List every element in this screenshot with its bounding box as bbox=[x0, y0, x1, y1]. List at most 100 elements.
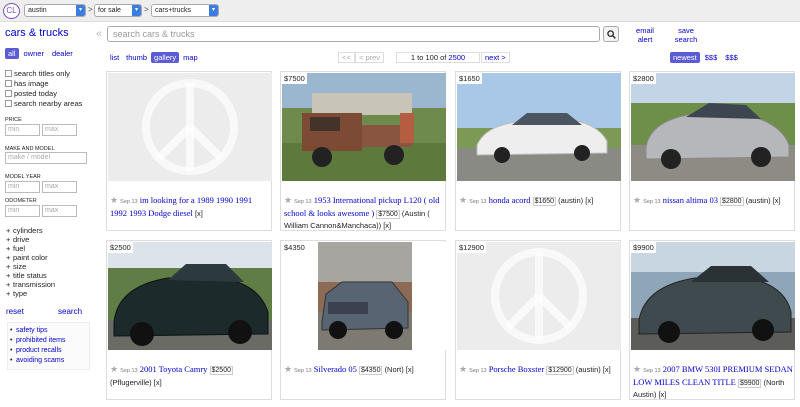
listing-card[interactable]: $1650 ★ Sep 13 honda acord $1650 (austin… bbox=[455, 71, 621, 231]
price-max-input[interactable]: max bbox=[42, 124, 77, 136]
listing-info: ★ Sep 13 2007 BMW 530I PREMIUM SEDAN LOW… bbox=[633, 364, 793, 400]
listing-photo[interactable] bbox=[108, 242, 272, 350]
next-page-button[interactable]: next > bbox=[481, 52, 510, 63]
checkbox-has-image[interactable]: has image bbox=[5, 79, 49, 88]
hide-listing-button[interactable]: [x] bbox=[406, 365, 414, 374]
listing-title[interactable]: Silverado 05 bbox=[314, 364, 357, 374]
listing-photo[interactable] bbox=[282, 73, 446, 181]
location-select-value: austin bbox=[28, 7, 47, 14]
search-submit-button[interactable] bbox=[603, 26, 619, 42]
filter-owner[interactable]: owner bbox=[21, 48, 47, 59]
tab-gallery[interactable]: gallery bbox=[151, 52, 180, 63]
listing-card[interactable]: $2500 ★ Sep 13 2001 Toyota Camry $2500 (… bbox=[106, 240, 272, 400]
expander-drive[interactable]: + drive bbox=[6, 235, 29, 244]
checkbox-posted-today[interactable]: posted today bbox=[5, 89, 57, 98]
expander-title-status[interactable]: + title status bbox=[6, 271, 47, 280]
save-search-link[interactable]: save search bbox=[673, 26, 699, 44]
expander-type[interactable]: + type bbox=[6, 289, 27, 298]
listing-card[interactable]: $4350 ★ Sep 13 Silverado 05 $4350 (Nort)… bbox=[280, 240, 446, 400]
year-max-input[interactable]: max bbox=[42, 181, 77, 193]
favorite-star-icon[interactable]: ★ bbox=[284, 195, 292, 205]
prev-page-button[interactable]: < prev bbox=[355, 52, 385, 63]
listing-photo[interactable] bbox=[631, 73, 795, 181]
odometer-min-input[interactable]: min bbox=[5, 205, 40, 217]
hide-listing-button[interactable]: [x] bbox=[195, 209, 203, 218]
reset-button[interactable]: reset bbox=[6, 307, 24, 316]
favorite-star-icon[interactable]: ★ bbox=[459, 195, 467, 205]
tab-map[interactable]: map bbox=[180, 52, 201, 63]
checkbox-label: has image bbox=[14, 79, 49, 88]
checkbox[interactable] bbox=[5, 100, 12, 107]
listing-photo[interactable] bbox=[631, 242, 795, 350]
hide-listing-button[interactable]: [x] bbox=[585, 196, 593, 205]
listing-card[interactable]: $12900 ★ Sep 13 Porsche Boxster $12900 (… bbox=[455, 240, 621, 400]
total-count-link[interactable]: 2500 bbox=[448, 53, 465, 62]
listing-date: Sep 13 bbox=[294, 199, 312, 205]
category-select[interactable]: cars+trucks ▾ bbox=[151, 4, 219, 17]
filter-all[interactable]: all bbox=[5, 48, 19, 59]
favorite-star-icon[interactable]: ★ bbox=[110, 195, 118, 205]
expander-transmission[interactable]: + transmission bbox=[6, 280, 55, 289]
checkbox[interactable] bbox=[5, 80, 12, 87]
craigslist-logo[interactable]: CL bbox=[3, 3, 20, 19]
hide-listing-button[interactable]: [x] bbox=[773, 196, 781, 205]
year-min-input[interactable]: min bbox=[5, 181, 40, 193]
expander-size[interactable]: + size bbox=[6, 262, 26, 271]
listing-card[interactable]: $2800 ★ Sep 13 nissan altima 03 $2800 (a… bbox=[629, 71, 795, 231]
search-input[interactable]: search cars & trucks bbox=[107, 26, 600, 42]
sort-price-asc[interactable]: $$$ bbox=[722, 52, 741, 63]
listing-info: ★ Sep 13 nissan altima 03 $2800 (austin)… bbox=[633, 195, 793, 208]
expander-paint-color[interactable]: + paint color bbox=[6, 253, 48, 262]
sort-options: newest $$$ $$$ bbox=[668, 52, 741, 63]
listing-card[interactable]: $9900 ★ Sep 13 2007 BMW 530I PREMIUM SED… bbox=[629, 240, 795, 400]
listing-photo[interactable] bbox=[282, 242, 446, 350]
location-select[interactable]: austin ▾ bbox=[24, 4, 86, 17]
listing-title[interactable]: nissan altima 03 bbox=[663, 195, 718, 205]
search-button[interactable]: search bbox=[58, 307, 82, 316]
placeholder-image[interactable] bbox=[108, 73, 272, 181]
favorite-star-icon[interactable]: ★ bbox=[633, 195, 641, 205]
listing-card[interactable]: ★ Sep 13 im looking for a 1989 1990 1991… bbox=[106, 71, 272, 231]
listing-card[interactable]: $7500 ★ Sep 13 1953 International pickup… bbox=[280, 71, 446, 231]
expander-label: size bbox=[13, 262, 27, 271]
sort-newest[interactable]: newest bbox=[670, 52, 700, 63]
expander-cylinders[interactable]: + cylinders bbox=[6, 226, 43, 235]
checkbox[interactable] bbox=[5, 70, 12, 77]
link-avoiding-scams[interactable]: avoiding scams bbox=[10, 356, 89, 366]
favorite-star-icon[interactable]: ★ bbox=[633, 364, 641, 374]
filter-dealer[interactable]: dealer bbox=[49, 48, 76, 59]
tab-list[interactable]: list bbox=[107, 52, 122, 63]
favorite-star-icon[interactable]: ★ bbox=[284, 364, 292, 374]
checkbox-nearby-areas[interactable]: search nearby areas bbox=[5, 99, 82, 108]
link-prohibited-items[interactable]: prohibited items bbox=[10, 336, 89, 346]
hide-listing-button[interactable]: [x] bbox=[383, 221, 391, 230]
tab-thumb[interactable]: thumb bbox=[123, 52, 150, 63]
listing-title[interactable]: 2001 Toyota Camry bbox=[140, 364, 208, 374]
sort-price-desc[interactable]: $$$ bbox=[702, 52, 721, 63]
page-title[interactable]: cars & trucks bbox=[5, 27, 69, 39]
hide-listing-button[interactable]: [x] bbox=[154, 378, 162, 387]
expander-fuel[interactable]: + fuel bbox=[6, 244, 25, 253]
plus-icon: + bbox=[6, 271, 11, 280]
hide-listing-button[interactable]: [x] bbox=[603, 365, 611, 374]
first-page-button[interactable]: << bbox=[338, 52, 355, 63]
favorite-star-icon[interactable]: ★ bbox=[459, 364, 467, 374]
checkbox[interactable] bbox=[5, 90, 12, 97]
listing-title[interactable]: honda acord bbox=[489, 195, 531, 205]
section-select[interactable]: for sale ▾ bbox=[94, 4, 142, 17]
collapse-sidebar-icon[interactable]: « bbox=[96, 28, 102, 40]
odometer-max-input[interactable]: max bbox=[42, 205, 77, 217]
listing-photo[interactable] bbox=[457, 73, 621, 181]
plus-icon: + bbox=[6, 253, 11, 262]
listing-title[interactable]: Porsche Boxster bbox=[489, 364, 544, 374]
listing-date: Sep 13 bbox=[643, 199, 661, 205]
price-min-input[interactable]: min bbox=[5, 124, 40, 136]
make-model-input[interactable]: make / model bbox=[5, 152, 87, 164]
checkbox-search-titles[interactable]: search titles only bbox=[5, 69, 70, 78]
link-safety-tips[interactable]: safety tips bbox=[10, 326, 89, 336]
hide-listing-button[interactable]: [x] bbox=[658, 390, 666, 399]
placeholder-image[interactable] bbox=[457, 242, 621, 350]
email-alert-link[interactable]: email alert bbox=[632, 26, 658, 44]
link-product-recalls[interactable]: product recalls bbox=[10, 346, 89, 356]
favorite-star-icon[interactable]: ★ bbox=[110, 364, 118, 374]
